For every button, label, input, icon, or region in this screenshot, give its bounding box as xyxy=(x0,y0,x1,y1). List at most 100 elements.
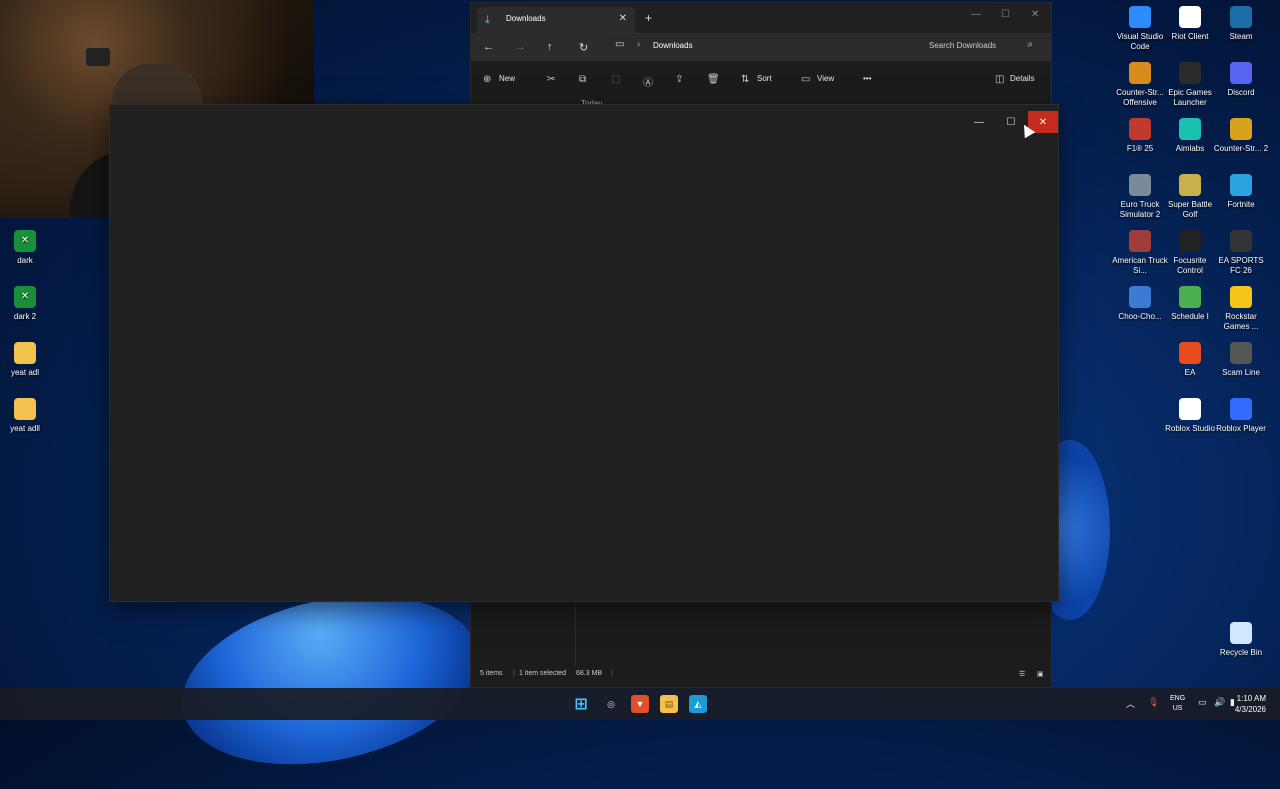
desktop-icon-yeat-adl[interactable]: yeat adl xyxy=(0,342,53,378)
download-icon: ⤓ xyxy=(485,14,490,26)
close-icon[interactable]: ✕ xyxy=(1031,9,1039,20)
microphone-icon[interactable]: 🎙 xyxy=(1148,697,1159,708)
desktop-icon-discord[interactable]: Discord xyxy=(1213,62,1269,98)
new-button[interactable]: New xyxy=(499,74,515,83)
desktop-icon-label: yeat adll xyxy=(10,424,40,433)
desktop-icon-american-truck-si[interactable]: American Truck Si... xyxy=(1112,230,1168,276)
up-icon[interactable]: ↑ xyxy=(547,41,553,53)
status-size: 68.3 MB xyxy=(576,670,603,677)
forward-icon[interactable]: → xyxy=(515,41,526,53)
clock[interactable]: 1:10 AM 4/3/2026 xyxy=(1235,693,1266,715)
view-button[interactable]: View xyxy=(817,74,834,83)
details-view-icon[interactable]: ☰ xyxy=(1019,670,1025,678)
desktop-icon-choo-cho[interactable]: Choo-Cho... xyxy=(1112,286,1168,322)
rename-icon[interactable]: Ⓐ xyxy=(643,74,653,89)
desktop-icon-visual-studio-code[interactable]: Visual Studio Code xyxy=(1112,6,1168,52)
desktop-icon-label: yeat adl xyxy=(10,368,40,377)
brave-browser-icon[interactable]: ▼ xyxy=(631,695,649,713)
chevron-right-icon: › xyxy=(637,39,641,50)
chrome-like-browser-icon[interactable]: ◎ xyxy=(602,695,620,713)
back-icon[interactable]: ← xyxy=(483,41,494,53)
desktop-icon-label: Recycle Bin xyxy=(1219,648,1263,657)
desktop-icon-rockstar-games[interactable]: Rockstar Games ... xyxy=(1213,286,1269,332)
more-options-button[interactable]: ••• xyxy=(863,74,871,83)
new-plus-icon: ⊕ xyxy=(483,74,492,85)
desktop-icon-scam-line[interactable]: Scam Line xyxy=(1213,342,1269,378)
details-button[interactable]: Details xyxy=(1010,74,1034,83)
desktop-icon-epic-games-launcher[interactable]: Epic Games Launcher xyxy=(1162,62,1218,108)
tiles-view-icon[interactable]: ▣ xyxy=(1037,670,1044,678)
webcam-headphones xyxy=(86,48,110,66)
game-icon xyxy=(1230,230,1252,252)
desktop-icon-label: dark 2 xyxy=(13,312,37,321)
refresh-icon[interactable]: ↻ xyxy=(579,41,588,54)
file-explorer-icon[interactable]: ▤ xyxy=(660,695,678,713)
search-input[interactable]: Search Downloads ⌕ xyxy=(921,35,1039,55)
desktop-icon-super-battle-golf[interactable]: Super Battle Golf xyxy=(1162,174,1218,220)
chevron-up-icon[interactable]: ︿ xyxy=(1126,697,1135,710)
details-pane-icon: ◫ xyxy=(995,74,1005,85)
desktop-icon-aimlabs[interactable]: Aimlabs xyxy=(1162,118,1218,154)
search-placeholder: Search Downloads xyxy=(929,41,997,50)
desktop-icon-label: Roblox Player xyxy=(1216,424,1266,433)
recycle-bin-icon xyxy=(1230,622,1252,644)
desktop-icon-roblox-player[interactable]: Roblox Player xyxy=(1213,398,1269,434)
desktop-icon-riot-client[interactable]: Riot Client xyxy=(1162,6,1218,42)
share-icon[interactable]: ⇪ xyxy=(675,74,683,85)
minimize-icon[interactable]: — xyxy=(964,111,994,133)
delete-icon[interactable]: 🗑 xyxy=(707,74,720,85)
desktop-icon-dark-2[interactable]: ✕ dark 2 xyxy=(0,286,53,322)
search-icon: ⌕ xyxy=(1027,39,1033,50)
cut-icon[interactable]: ✂ xyxy=(547,74,555,85)
app-taskbar-icon[interactable]: ◭ xyxy=(689,695,707,713)
desktop-icon-fortnite[interactable]: Fortnite xyxy=(1213,174,1269,210)
paste-icon[interactable]: ▢ xyxy=(611,74,620,85)
taskbar: ⊞ ◎ ▼ ▤ ◭ ︿ 🎙 ENG US ▭ 🔊 ▮ 1:10 AM 4/3/2… xyxy=(0,688,1280,720)
desktop-icon-counter-str-2[interactable]: Counter-Str... 2 xyxy=(1213,118,1269,154)
folder-icon xyxy=(14,342,36,364)
clock-time: 1:10 AM xyxy=(1236,694,1266,703)
desktop-icon-label: EA SPORTS FC 26 xyxy=(1218,256,1264,275)
desktop-icon-label: Counter-Str... Offensive xyxy=(1116,88,1164,107)
status-separator: | xyxy=(611,670,613,677)
focusrite-icon xyxy=(1179,230,1201,252)
desktop-icon-euro-truck-simulator-2[interactable]: Euro Truck Simulator 2 xyxy=(1112,174,1168,220)
status-separator: | xyxy=(513,670,515,677)
desktop-icon-dark[interactable]: ✕ dark xyxy=(0,230,53,266)
game-icon xyxy=(1129,230,1151,252)
desktop-icon-f1-25[interactable]: F1® 25 xyxy=(1112,118,1168,154)
network-icon[interactable]: ▭ xyxy=(1198,697,1207,708)
desktop-icon-label: American Truck Si... xyxy=(1112,256,1168,275)
status-item-count: 5 items xyxy=(480,670,503,677)
desktop-icon-schedule-i[interactable]: Schedule I xyxy=(1162,286,1218,322)
language-indicator[interactable]: ENG US xyxy=(1170,694,1185,714)
start-windows-icon[interactable]: ⊞ xyxy=(572,695,590,713)
desktop-icon-counter-str-offensive[interactable]: Counter-Str... Offensive xyxy=(1112,62,1168,108)
discord-icon xyxy=(1230,62,1252,84)
copy-icon[interactable]: ⧉ xyxy=(579,74,586,85)
desktop-icon-steam[interactable]: Steam xyxy=(1213,6,1269,42)
desktop-icon-recycle-bin[interactable]: Recycle Bin xyxy=(1213,622,1269,658)
tab-downloads[interactable]: ⤓ Downloads ✕ xyxy=(477,7,635,33)
game-icon xyxy=(1179,174,1201,196)
address-bar[interactable]: ▭ › Downloads xyxy=(607,35,913,55)
desktop-icon-roblox-studio[interactable]: Roblox Studio xyxy=(1162,398,1218,434)
close-tab-icon[interactable]: ✕ xyxy=(619,13,627,24)
minimize-icon[interactable]: — xyxy=(971,9,981,20)
desktop-icon-ea-sports-fc-26[interactable]: EA SPORTS FC 26 xyxy=(1213,230,1269,276)
new-tab-button[interactable]: + xyxy=(645,11,652,25)
desktop-icon-focusrite-control[interactable]: Focusrite Control xyxy=(1162,230,1218,276)
desktop-icon-label: Schedule I xyxy=(1171,312,1209,321)
wallpaper-bloom xyxy=(166,570,494,789)
blank-app-window[interactable]: — ☐ ✕ xyxy=(109,104,1059,602)
explorer-command-bar: ⊕ New ✂ ⧉ ▢ Ⓐ ⇪ 🗑 ⇅ Sort ▭ View ••• ◫ De… xyxy=(471,65,1051,95)
game-icon: ✕ xyxy=(14,230,36,252)
desktop-icon-ea[interactable]: EA xyxy=(1162,342,1218,378)
monitor-icon: ▭ xyxy=(615,39,625,50)
roblox-icon xyxy=(1230,398,1252,420)
maximize-icon[interactable]: ☐ xyxy=(1001,9,1010,20)
volume-icon[interactable]: 🔊 xyxy=(1214,697,1225,708)
desktop-icon-label: Steam xyxy=(1229,32,1253,41)
sort-button[interactable]: Sort xyxy=(757,74,772,83)
desktop-icon-yeat-adll[interactable]: yeat adll xyxy=(0,398,53,434)
